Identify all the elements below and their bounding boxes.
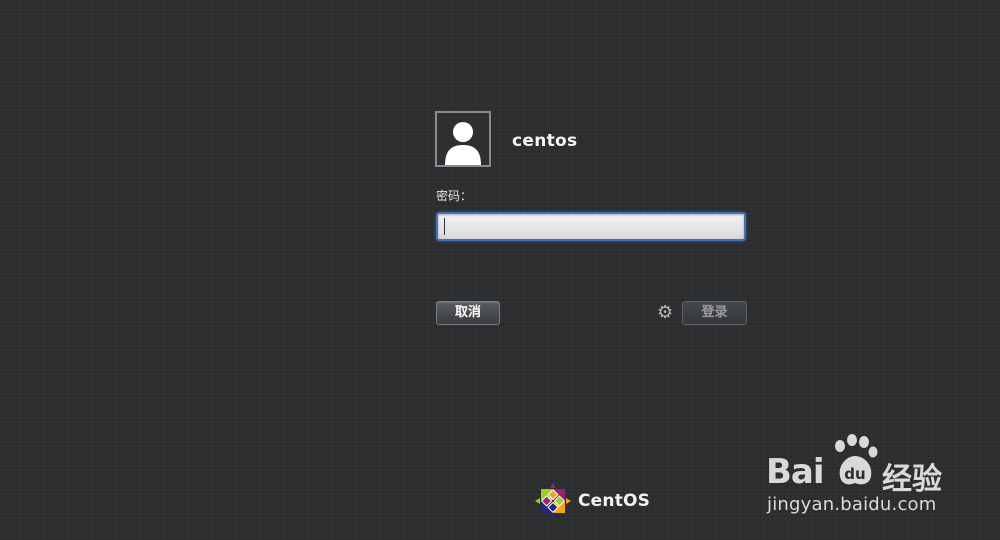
centos-branding: CentOS bbox=[534, 481, 650, 521]
watermark-url: jingyan.baidu.com bbox=[767, 494, 937, 515]
text-cursor bbox=[444, 218, 445, 235]
user-avatar bbox=[435, 111, 491, 167]
username-label: centos bbox=[512, 131, 578, 151]
centos-logo-icon bbox=[535, 483, 571, 519]
user-silhouette-icon bbox=[445, 122, 481, 165]
watermark-logo-left: Bai bbox=[766, 452, 825, 492]
gear-icon[interactable]: ⚙ bbox=[657, 304, 675, 322]
password-label: 密码： bbox=[436, 189, 473, 203]
baidu-jingyan-watermark: Bai du 经验 jingyan.baidu.com bbox=[766, 432, 986, 522]
svg-text:du: du bbox=[844, 465, 865, 483]
cancel-button[interactable]: 取消 bbox=[436, 301, 500, 325]
watermark-logo-right: 经验 bbox=[882, 462, 942, 497]
paw-icon: du bbox=[835, 434, 878, 485]
password-field[interactable] bbox=[436, 212, 746, 241]
login-button[interactable]: 登录 bbox=[682, 301, 747, 325]
login-panel: centos 密码： 取消 ⚙ 登录 bbox=[435, 111, 748, 329]
centos-wordmark: CentOS bbox=[578, 491, 651, 511]
